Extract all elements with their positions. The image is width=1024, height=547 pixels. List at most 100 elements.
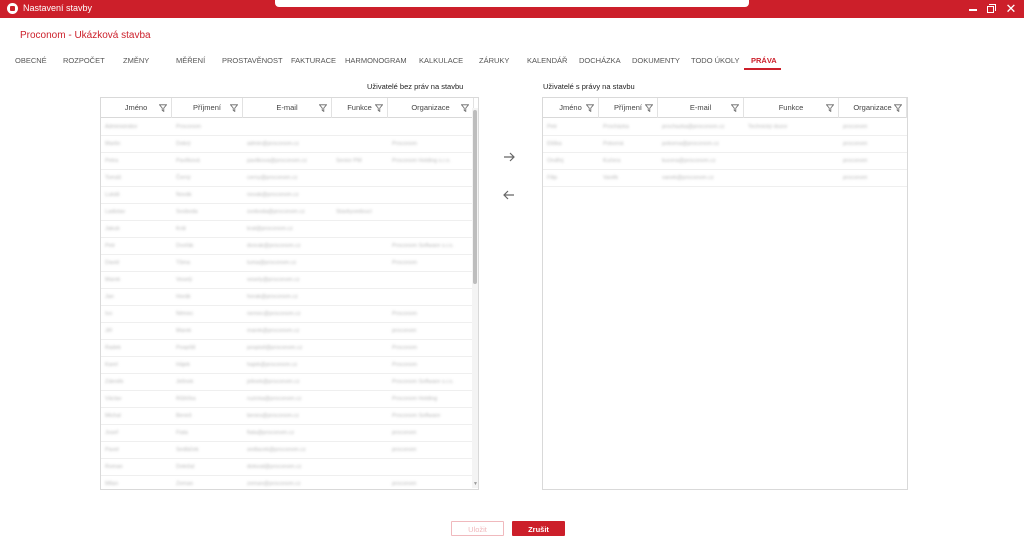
table-row[interactable]: Jan Horák horak@proconom.cz (101, 289, 474, 306)
filter-icon[interactable] (894, 104, 902, 112)
filter-icon[interactable] (645, 104, 653, 112)
arrow-left-icon[interactable] (502, 189, 516, 201)
column-label: Organizace (411, 103, 450, 112)
top-search-bar[interactable] (275, 0, 749, 7)
table-cell (388, 170, 474, 187)
tab-fakturace[interactable]: FAKTURACE (291, 56, 336, 65)
table-row[interactable]: Lukáš Novák novak@proconom.cz (101, 187, 474, 204)
table-cell: pokorna@proconom.cz (662, 141, 719, 147)
filter-icon[interactable] (461, 104, 469, 112)
filter-icon[interactable] (230, 104, 238, 112)
tab-todo-ukoly[interactable]: TODO ÚKOLY (691, 56, 739, 65)
table-row[interactable]: Tomáš Černý cerny@proconom.cz (101, 170, 474, 187)
table-row[interactable]: Pavel Sedláček sedlacek@proconom.cz procono… (101, 442, 474, 459)
table-cell: Novák (176, 192, 192, 198)
right-panel-label: Uživatelé s právy na stavbu (543, 82, 635, 91)
column-header-organization[interactable]: Organizace (388, 98, 474, 118)
tab-zaruky[interactable]: ZÁRUKY (479, 56, 509, 65)
filter-icon[interactable] (826, 104, 834, 112)
table-cell: pavlikova@proconom.cz (247, 158, 307, 164)
table-row[interactable]: Radek Pospíšil pospisil@proconom.cz Procono… (101, 340, 474, 357)
close-icon: ✕ (1005, 1, 1017, 16)
table-row[interactable]: Václav Růžička ruzicka@proconom.cz Proconom… (101, 391, 474, 408)
table-row[interactable]: Zdeněk Jelínek jelinek@proconom.cz Proconom… (101, 374, 474, 391)
table-row[interactable]: Jiří Marek marek@proconom.cz proconom (101, 323, 474, 340)
table-row[interactable]: Roman Doležal dolezal@proconom.cz (101, 459, 474, 476)
table-cell: svoboda@proconom.cz (247, 209, 305, 215)
filter-icon[interactable] (375, 104, 383, 112)
table-cell (332, 357, 388, 374)
tab-mereni[interactable]: MĚŘENÍ (176, 56, 205, 65)
table-cell: kucera@proconom.cz (662, 158, 716, 164)
column-header-first-name[interactable]: Jméno (101, 98, 172, 118)
column-header-email[interactable]: E-mail (658, 98, 744, 118)
table-row[interactable]: Petra Pavlíková pavlikova@proconom.cz Senio… (101, 153, 474, 170)
tab-zmeny[interactable]: ZMĚNY (123, 56, 149, 65)
tab-kalendar[interactable]: KALENDÁŘ (527, 56, 567, 65)
table-cell: Filip (547, 175, 558, 181)
restore-button[interactable] (985, 2, 999, 16)
table-cell: Horák (176, 294, 191, 300)
column-header-organization[interactable]: Organizace (839, 98, 907, 118)
table-cell (332, 306, 388, 323)
filter-icon[interactable] (319, 104, 327, 112)
table-row[interactable]: Eliška Pokorná pokorna@proconom.cz proconom (543, 136, 907, 153)
table-row[interactable]: Marek Veselý vesely@proconom.cz (101, 272, 474, 289)
tab-kalkulace[interactable]: KALKULACE (419, 56, 463, 65)
tab-harmonogram[interactable]: HARMONOGRAM (345, 56, 407, 65)
column-header-first-name[interactable]: Jméno (543, 98, 599, 118)
table-row[interactable]: Petr Procházka prochazka@proconom.cz Techni… (543, 119, 907, 136)
tab-prava[interactable]: PRÁVA (751, 56, 777, 65)
column-header-email[interactable]: E-mail (243, 98, 332, 118)
minimize-button[interactable] (966, 2, 980, 16)
column-header-function[interactable]: Funkce (744, 98, 839, 118)
table-row[interactable]: Karel Hájek hajek@proconom.cz Proconom (101, 357, 474, 374)
tab-obecne[interactable]: OBECNÉ (15, 56, 47, 65)
table-cell: Ladislav (105, 209, 126, 215)
tab-dochazka[interactable]: DOCHÁZKA (579, 56, 621, 65)
filter-icon[interactable] (731, 104, 739, 112)
table-cell (388, 289, 474, 306)
close-button[interactable]: ✕ (1004, 2, 1018, 16)
column-header-function[interactable]: Funkce (332, 98, 388, 118)
arrow-right-icon[interactable] (502, 151, 516, 163)
table-cell: dvorak@proconom.cz (247, 243, 301, 249)
scroll-down-icon[interactable]: ▼ (473, 481, 478, 487)
table-row[interactable]: David Tůma tuma@proconom.cz Proconom (101, 255, 474, 272)
table-row[interactable]: Ivo Němec nemec@proconom.cz Proconom (101, 306, 474, 323)
table-row[interactable]: Administrátor Proconom (101, 119, 474, 136)
table-row[interactable]: Ondřej Kučera kucera@proconom.cz proconom (543, 153, 907, 170)
table-row[interactable]: Martin Dobrý admin@proconom.cz Proconom (101, 136, 474, 153)
table-cell: zeman@proconom.cz (247, 481, 301, 487)
filter-icon[interactable] (586, 104, 594, 112)
table-cell: Petr (105, 243, 116, 249)
tab-prostavenost[interactable]: PROSTAVĚNOST (222, 56, 283, 65)
table-cell (332, 221, 388, 238)
table-row[interactable]: Jakub Král kral@proconom.cz (101, 221, 474, 238)
table-row[interactable]: Ladislav Svoboda svoboda@proconom.cz Stavby… (101, 204, 474, 221)
table-cell: Kučera (603, 158, 621, 164)
table-row[interactable]: Filip Vaněk vanek@proconom.cz proconom (543, 170, 907, 187)
tab-dokumenty[interactable]: DOKUMENTY (632, 56, 680, 65)
app-logo-icon (7, 3, 18, 14)
table-row[interactable]: Michal Beneš benes@proconom.cz Proconom Sof… (101, 408, 474, 425)
table-cell (388, 221, 474, 238)
filter-icon[interactable] (159, 104, 167, 112)
scroll-thumb[interactable] (473, 110, 477, 284)
table-cell (332, 442, 388, 459)
table-row[interactable]: Milan Zeman zeman@proconom.cz proconom (101, 476, 474, 489)
table-cell (744, 153, 839, 170)
table-row[interactable]: Petr Dvořák dvorak@proconom.cz Proconom Sof… (101, 238, 474, 255)
table-cell (332, 272, 388, 289)
project-title: Proconom - Ukázková stavba (20, 30, 151, 41)
cancel-button[interactable]: Zrušit (512, 521, 565, 536)
tab-rozpocet[interactable]: ROZPOČET (63, 56, 105, 65)
table-cell (388, 272, 474, 289)
column-header-last-name[interactable]: Příjmení (599, 98, 658, 118)
table-cell: Karel (105, 362, 118, 368)
left-grid-scrollbar[interactable]: ▼ (472, 108, 478, 488)
table-row[interactable]: Josef Fiala fiala@proconom.cz proconom (101, 425, 474, 442)
column-header-last-name[interactable]: Příjmení (172, 98, 243, 118)
save-button[interactable]: Uložit (451, 521, 504, 536)
table-cell: Pospíšil (176, 345, 196, 351)
